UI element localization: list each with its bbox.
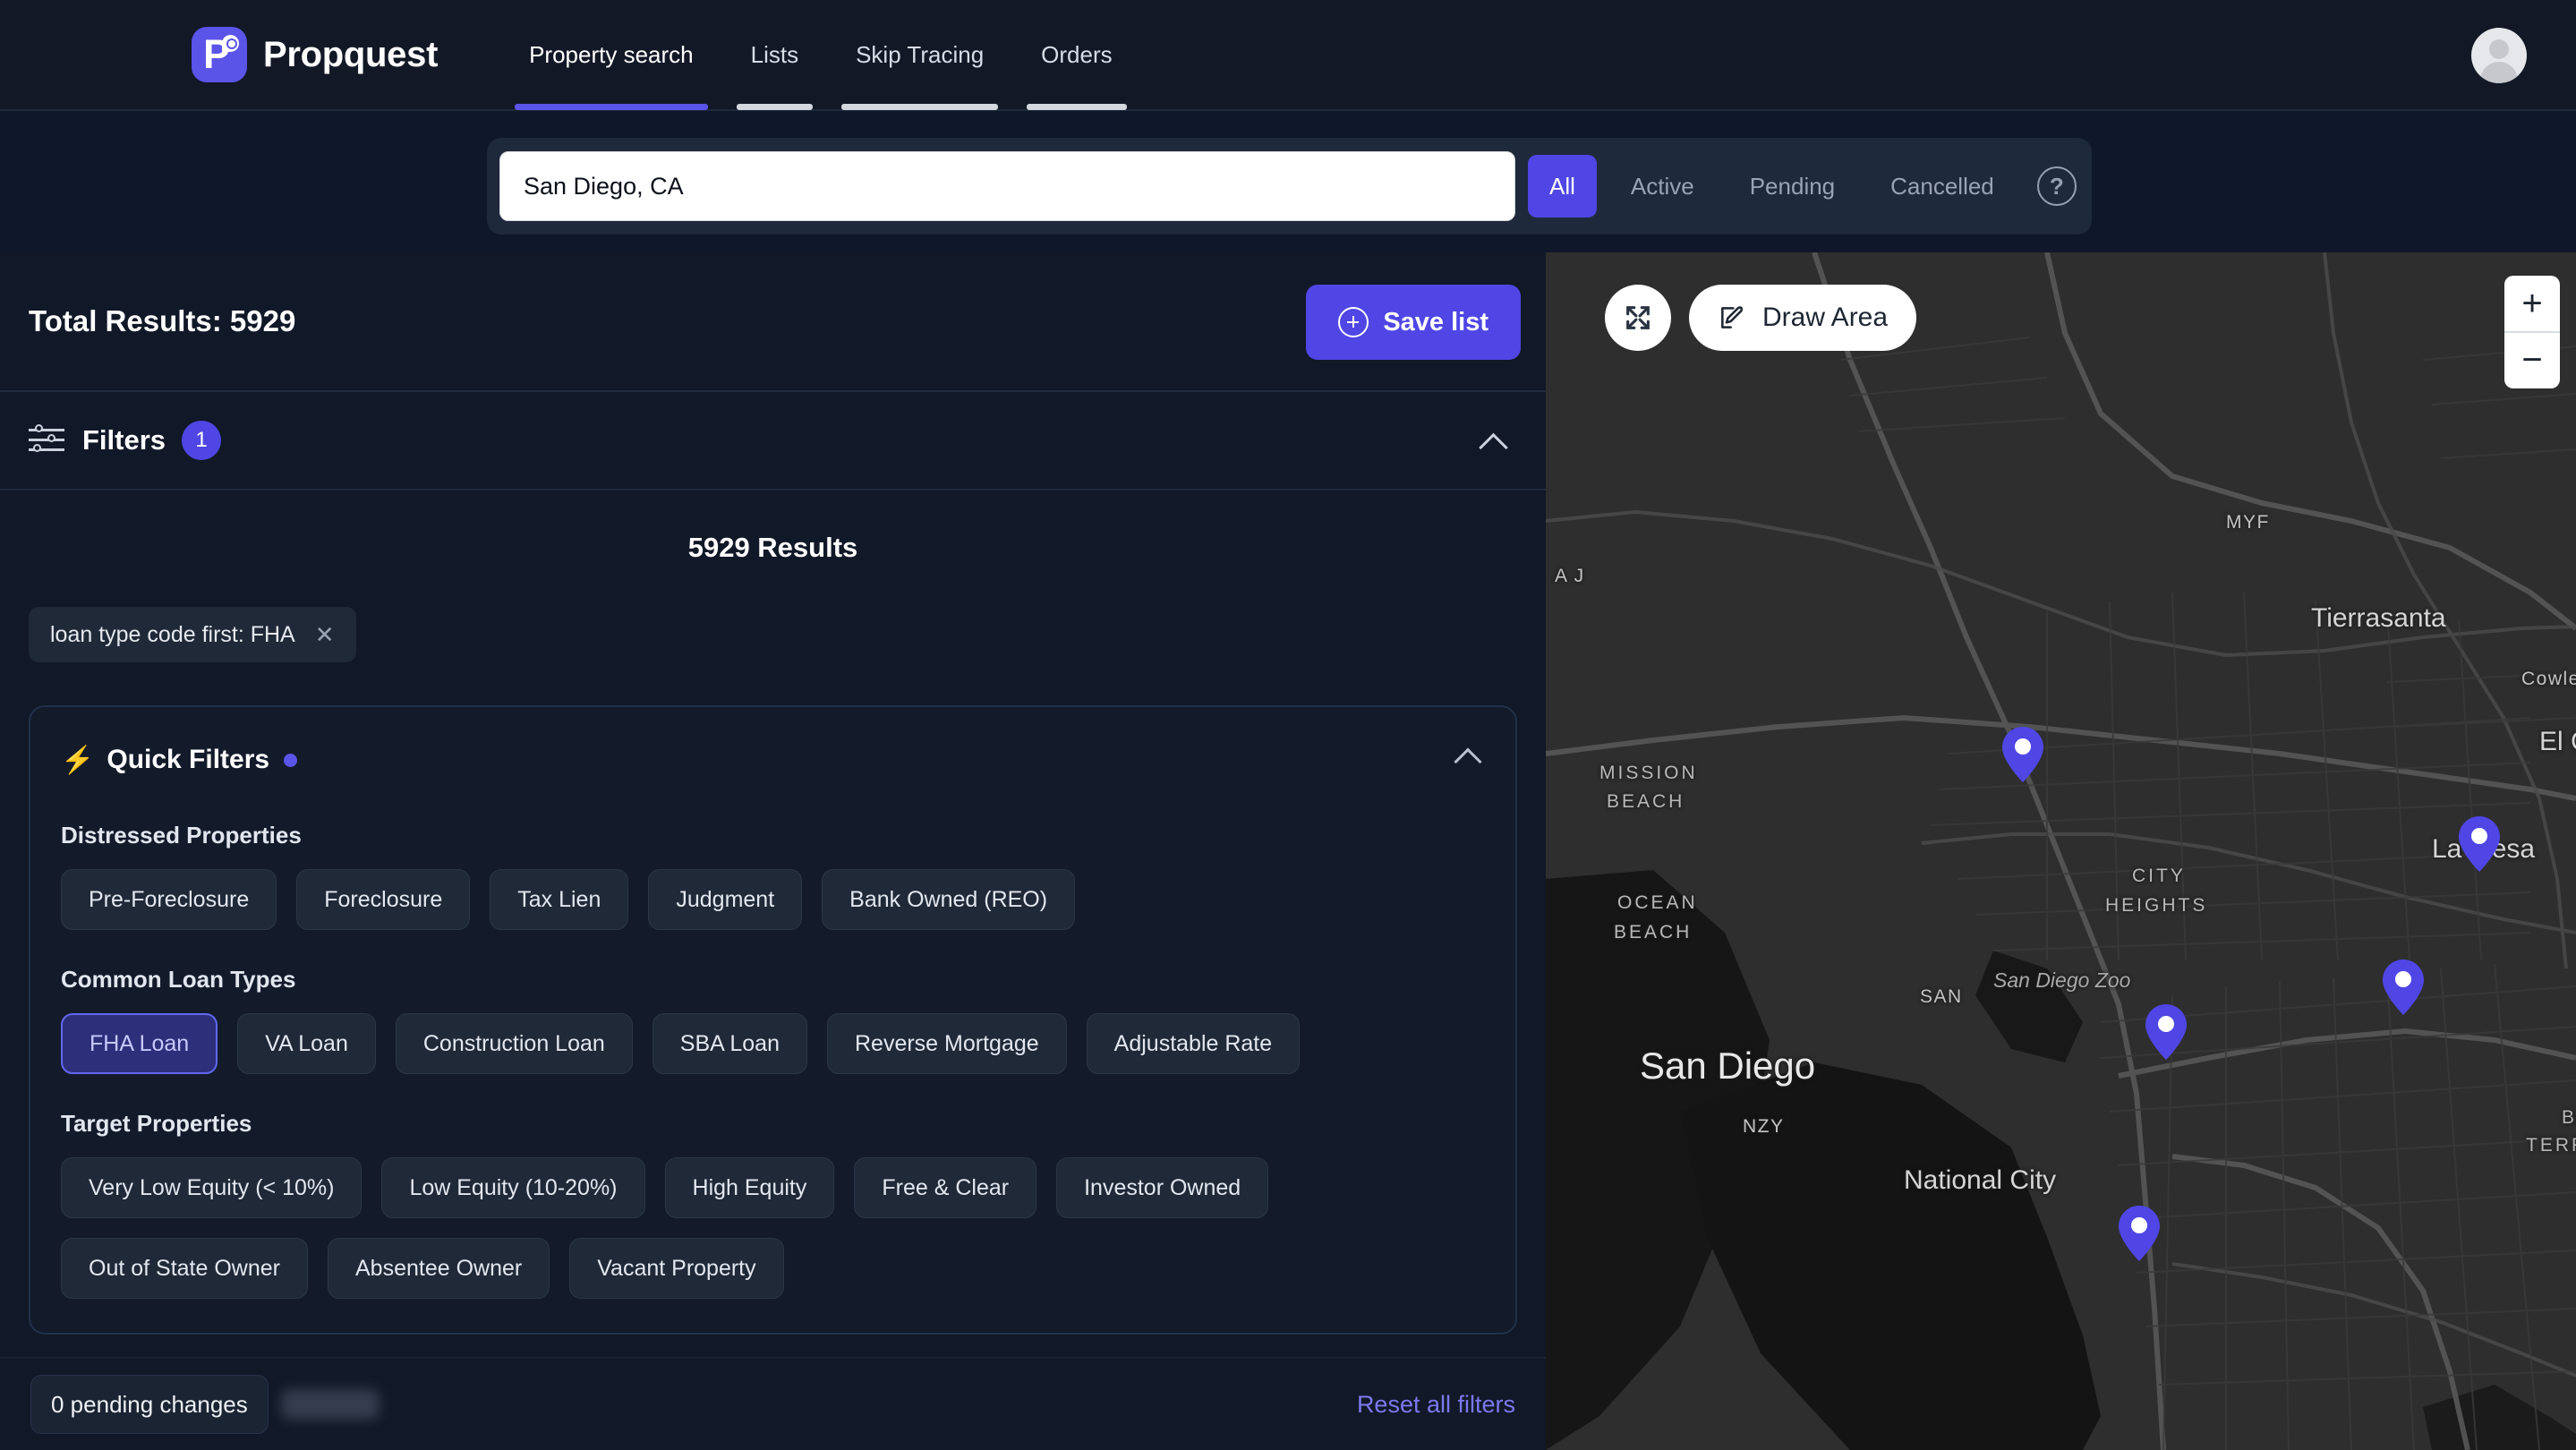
result-count-label: 5929 Results bbox=[687, 532, 858, 563]
results-header: Total Results: 5929 Save list bbox=[0, 252, 1546, 392]
tab-active-underline bbox=[515, 104, 708, 110]
brand-name: Propquest bbox=[263, 34, 439, 74]
tab-property-search[interactable]: Property search bbox=[500, 0, 722, 110]
draw-area-button[interactable]: Draw Area bbox=[1689, 285, 1917, 351]
pending-changes-label: 0 pending changes bbox=[51, 1390, 248, 1418]
app-root: P Propquest Property search Lists Skip T… bbox=[0, 0, 2576, 1450]
pencil-square-icon bbox=[1721, 306, 1744, 328]
brand-logo[interactable]: P Propquest bbox=[192, 27, 438, 82]
filter-pill-out-of-state-owner[interactable]: Out of State Owner bbox=[61, 1238, 308, 1299]
filters-label: Filters bbox=[82, 424, 166, 456]
sliders-icon bbox=[29, 424, 64, 456]
loading-skeleton bbox=[280, 1389, 380, 1420]
zoom-in-button[interactable]: + bbox=[2504, 276, 2560, 331]
active-filter-chip[interactable]: loan type code first: FHA ✕ bbox=[29, 607, 356, 662]
group-label-target-properties: Target Properties bbox=[61, 1110, 252, 1137]
user-avatar-icon[interactable] bbox=[2471, 28, 2527, 83]
filter-pill-investor-owned[interactable]: Investor Owned bbox=[1056, 1157, 1269, 1218]
help-circle-icon[interactable]: ? bbox=[2036, 166, 2077, 206]
map-zoom-controls: + − bbox=[2504, 276, 2560, 388]
filters-bar[interactable]: Filters 1 bbox=[0, 392, 1546, 490]
map-view[interactable]: San Diego National City Chula Vista La M… bbox=[1546, 252, 2576, 1450]
filter-pill-foreclosure[interactable]: Foreclosure bbox=[296, 869, 471, 930]
total-results-label: Total Results: 5929 bbox=[29, 304, 296, 337]
propquest-logo-icon: P bbox=[192, 27, 247, 82]
pending-changes-badge: 0 pending changes bbox=[30, 1375, 269, 1434]
tab-label: Skip Tracing bbox=[856, 40, 985, 68]
active-indicator-dot bbox=[284, 753, 298, 767]
map-pin-marker[interactable] bbox=[2459, 816, 2500, 872]
nav-tabs: Property search Lists Skip Tracing Order… bbox=[500, 0, 1141, 110]
filter-pill-absentee-owner[interactable]: Absentee Owner bbox=[328, 1238, 550, 1299]
plus-circle-icon bbox=[1338, 307, 1369, 337]
map-tools: Draw Area bbox=[1605, 285, 1917, 351]
filter-pill-low-equity[interactable]: Low Equity (10-20%) bbox=[381, 1157, 645, 1218]
chevron-up-icon[interactable] bbox=[1481, 433, 1508, 448]
quick-filters-card: ⚡ Quick Filters Distressed Properties Pr… bbox=[29, 705, 1517, 1335]
filter-pill-tax-lien[interactable]: Tax Lien bbox=[490, 869, 629, 930]
expand-arrows-icon bbox=[1626, 306, 1650, 329]
filter-pill-reverse-mortgage[interactable]: Reverse Mortgage bbox=[827, 1013, 1067, 1074]
save-list-button[interactable]: Save list bbox=[1306, 285, 1521, 360]
tab-skip-tracing[interactable]: Skip Tracing bbox=[827, 0, 1012, 110]
active-filter-chips: loan type code first: FHA ✕ bbox=[0, 607, 1546, 662]
filter-pill-fha-loan[interactable]: FHA Loan bbox=[61, 1013, 218, 1074]
results-filters-panel: Total Results: 5929 Save list Filters 1 … bbox=[0, 252, 1546, 1450]
quick-filters-title: Quick Filters bbox=[107, 745, 270, 774]
tab-underline bbox=[841, 104, 999, 110]
reset-all-filters-link[interactable]: Reset all filters bbox=[1357, 1391, 1515, 1419]
status-filter-cancelled[interactable]: Cancelled bbox=[1869, 155, 2016, 218]
map-geometry bbox=[1546, 252, 2576, 1450]
status-filter-all[interactable]: All bbox=[1528, 155, 1597, 218]
filter-pill-very-low-equity[interactable]: Very Low Equity (< 10%) bbox=[61, 1157, 363, 1218]
status-filter-pending[interactable]: Pending bbox=[1728, 155, 1856, 218]
tab-label: Orders bbox=[1041, 40, 1113, 68]
lightning-bolt-icon: ⚡ bbox=[61, 745, 95, 775]
tab-lists[interactable]: Lists bbox=[722, 0, 827, 110]
tab-underline bbox=[1027, 104, 1127, 110]
filter-pill-adjustable-rate[interactable]: Adjustable Rate bbox=[1086, 1013, 1301, 1074]
search-row: All Active Pending Cancelled ? bbox=[0, 111, 2576, 252]
filter-pill-high-equity[interactable]: High Equity bbox=[664, 1157, 835, 1218]
search-input[interactable] bbox=[499, 151, 1515, 221]
group-label-loan-types: Common Loan Types bbox=[61, 966, 296, 993]
filter-pill-free-and-clear[interactable]: Free & Clear bbox=[854, 1157, 1037, 1218]
tab-orders[interactable]: Orders bbox=[1012, 0, 1140, 110]
map-pin-marker[interactable] bbox=[2383, 960, 2424, 1015]
filter-pill-judgment[interactable]: Judgment bbox=[648, 869, 803, 930]
map-pin-marker[interactable] bbox=[2002, 727, 2043, 782]
status-filter-active[interactable]: Active bbox=[1609, 155, 1716, 218]
map-pin-marker[interactable] bbox=[2145, 1004, 2187, 1060]
search-panel: All Active Pending Cancelled ? bbox=[487, 138, 2092, 235]
quick-filters-header[interactable]: ⚡ Quick Filters bbox=[61, 734, 1485, 786]
save-list-label: Save list bbox=[1383, 307, 1488, 337]
fullscreen-button[interactable] bbox=[1605, 285, 1671, 351]
pill-row-target-properties: Very Low Equity (< 10%) Low Equity (10-2… bbox=[61, 1157, 1485, 1299]
group-label-distressed: Distressed Properties bbox=[61, 822, 302, 849]
pill-row-loan-types: FHA Loan VA Loan Construction Loan SBA L… bbox=[61, 1013, 1485, 1074]
tab-label: Property search bbox=[529, 40, 694, 68]
tab-underline bbox=[736, 104, 814, 110]
close-icon[interactable]: ✕ bbox=[315, 621, 335, 649]
filter-pill-construction-loan[interactable]: Construction Loan bbox=[395, 1013, 633, 1074]
draw-area-label: Draw Area bbox=[1762, 303, 1889, 332]
filters-count-badge: 1 bbox=[182, 421, 222, 460]
zoom-out-button[interactable]: − bbox=[2504, 333, 2560, 388]
filter-pill-vacant-property[interactable]: Vacant Property bbox=[569, 1238, 784, 1299]
filter-pill-sba-loan[interactable]: SBA Loan bbox=[652, 1013, 807, 1074]
filter-pill-pre-foreclosure[interactable]: Pre-Foreclosure bbox=[61, 869, 277, 930]
map-pin-marker[interactable] bbox=[2119, 1206, 2160, 1261]
top-navigation-bar: P Propquest Property search Lists Skip T… bbox=[0, 0, 2576, 111]
filters-footer-bar: 0 pending changes Reset all filters bbox=[0, 1357, 1546, 1450]
pill-row-distressed: Pre-Foreclosure Foreclosure Tax Lien Jud… bbox=[61, 869, 1485, 930]
filter-pill-va-loan[interactable]: VA Loan bbox=[237, 1013, 376, 1074]
chip-label: loan type code first: FHA bbox=[50, 621, 295, 647]
chevron-up-icon[interactable] bbox=[1456, 748, 1481, 763]
tab-label: Lists bbox=[750, 40, 799, 68]
filter-pill-bank-owned[interactable]: Bank Owned (REO) bbox=[822, 869, 1076, 930]
